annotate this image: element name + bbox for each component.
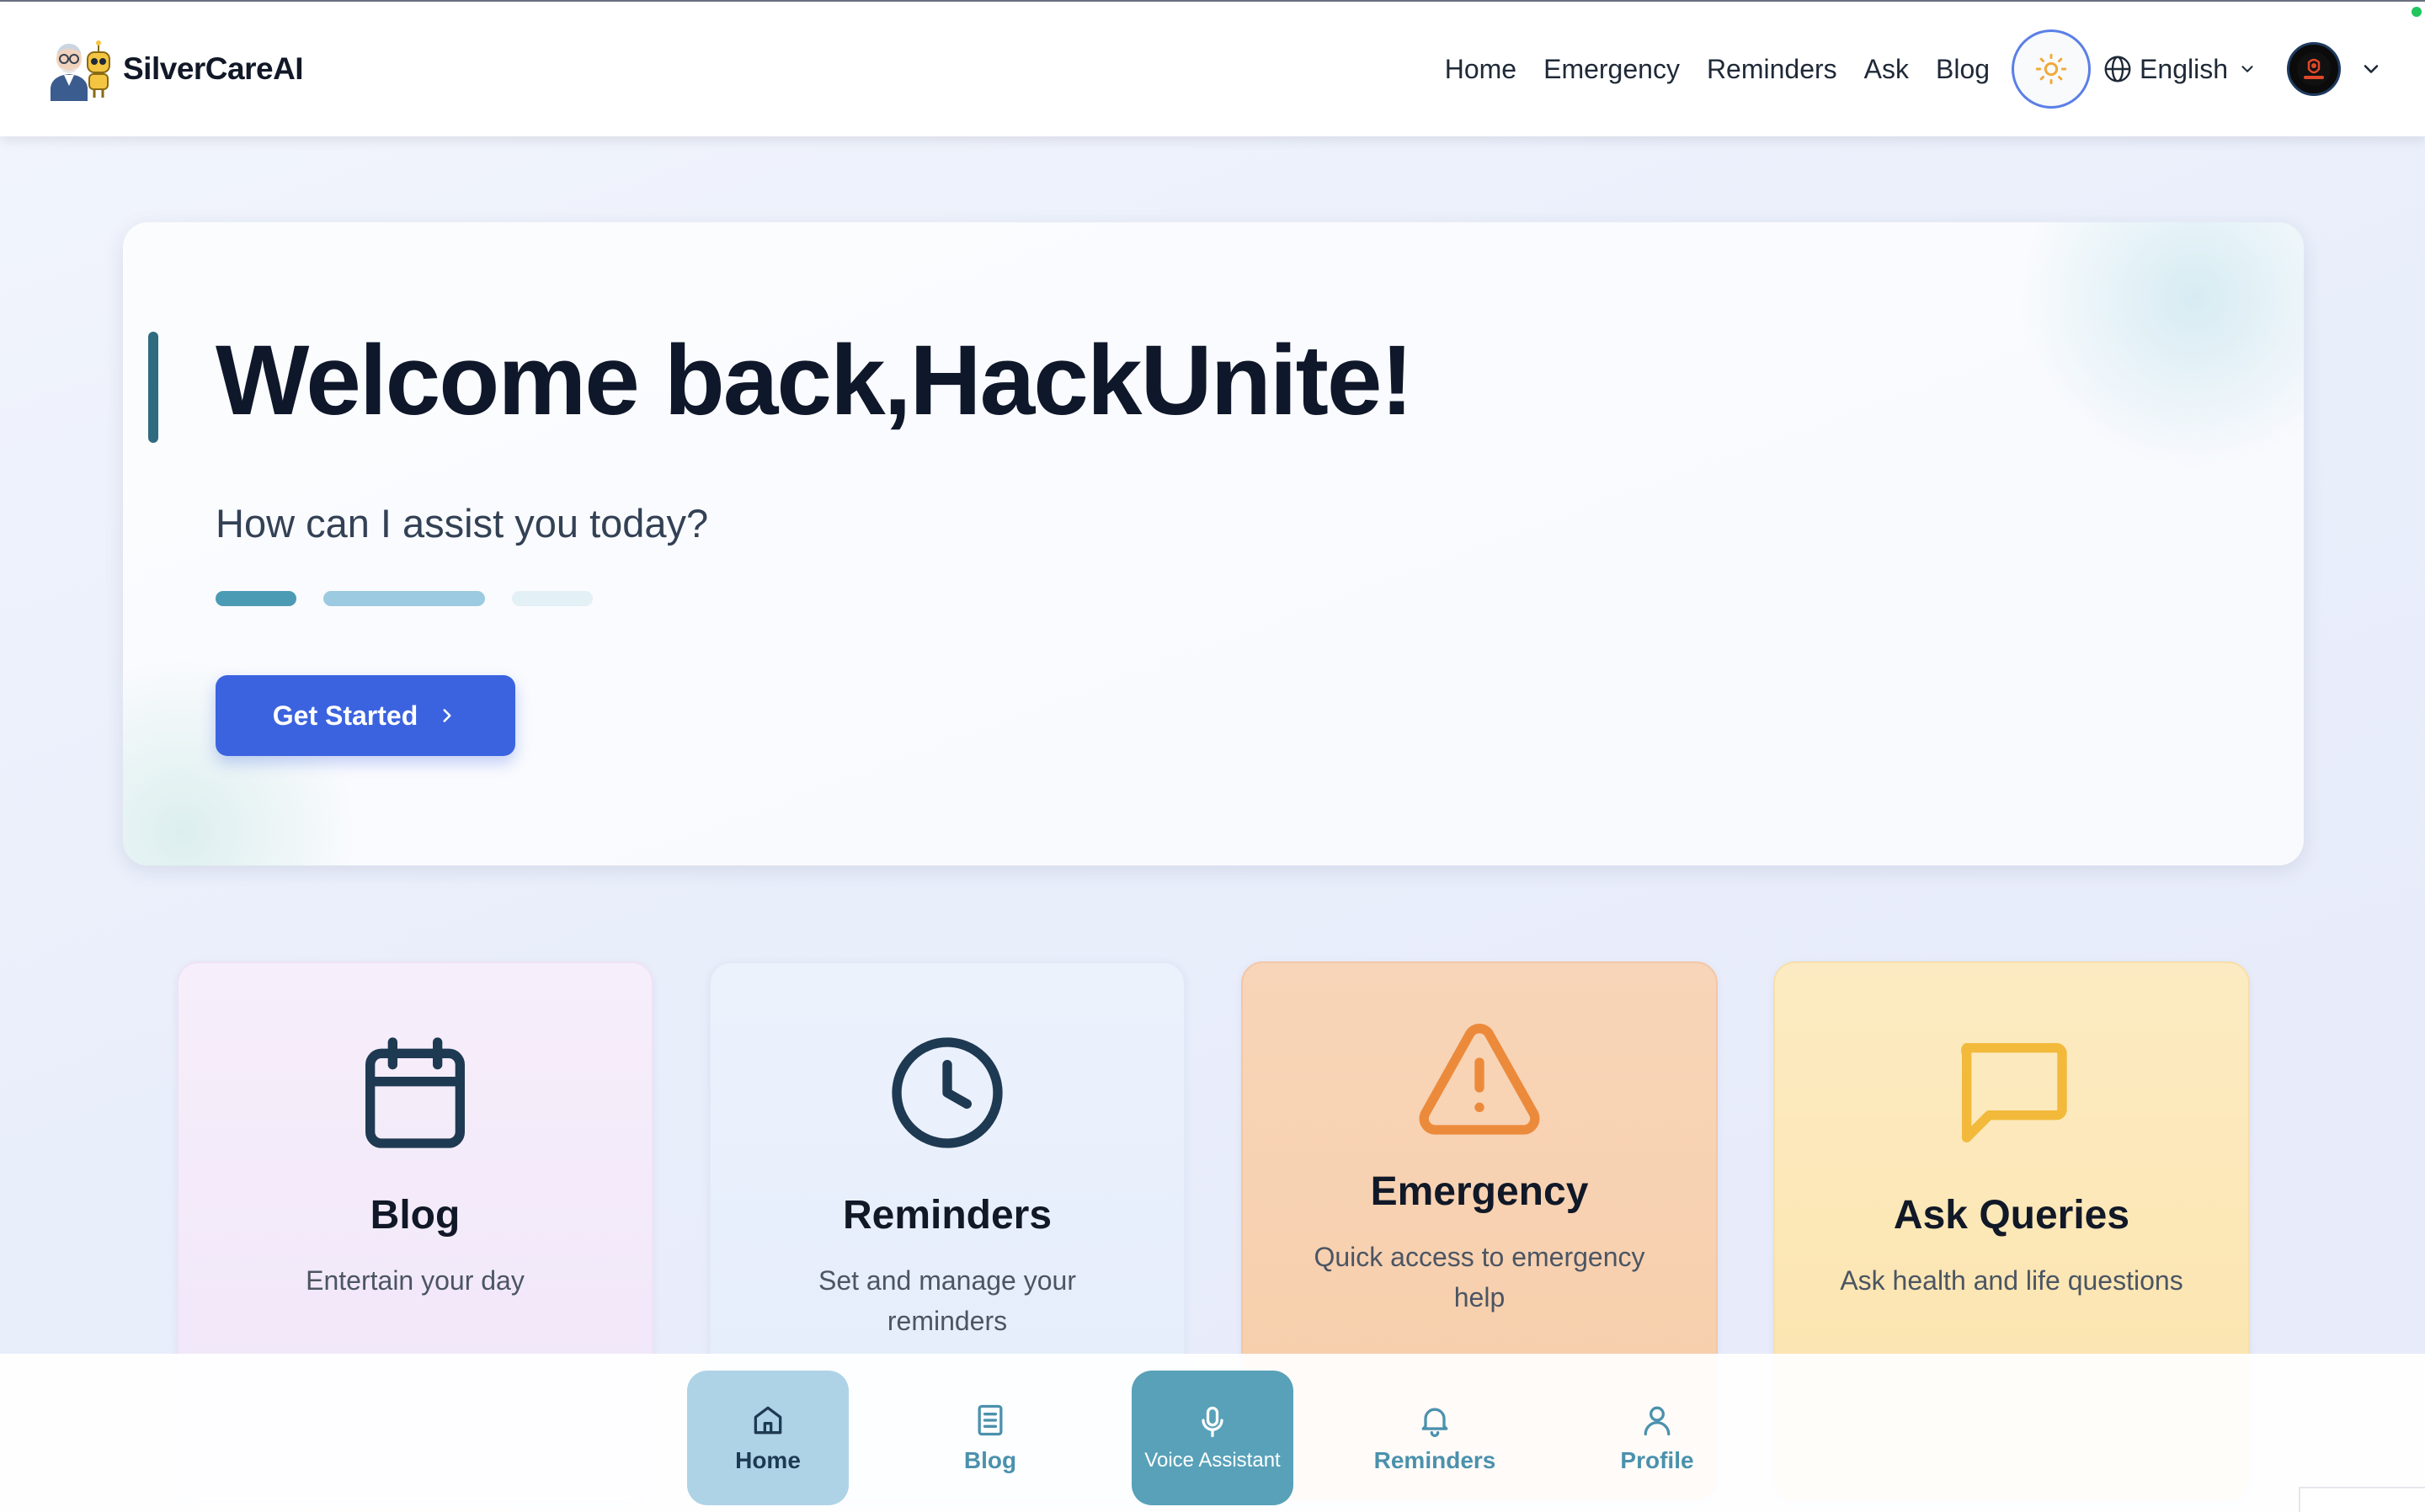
nav-home[interactable]: Home bbox=[1445, 54, 1516, 85]
book-icon bbox=[978, 1404, 1003, 1436]
get-started-label: Get Started bbox=[272, 700, 418, 731]
welcome-hero: Welcome back,HackUnite! How can I assist… bbox=[123, 222, 2304, 865]
bottom-tab-label: Blog bbox=[963, 1447, 1017, 1473]
top-nav: Home Emergency Reminders Ask Blog Englis… bbox=[1445, 2, 2425, 136]
hero-title: Welcome back,HackUnite! bbox=[216, 325, 1414, 436]
progress-dot bbox=[512, 591, 593, 606]
top-header: SilverCareAI Home Emergency Reminders As… bbox=[0, 2, 2425, 136]
card-description: Quick access to emergency help bbox=[1314, 1242, 1645, 1312]
nav-blog[interactable]: Blog bbox=[1936, 54, 1990, 85]
clock-icon bbox=[892, 1037, 1003, 1148]
app-root: SilverCareAI Home Emergency Reminders As… bbox=[0, 0, 2425, 1512]
chat-bubble-icon bbox=[1961, 1043, 2067, 1142]
bottom-tab-label: Home bbox=[735, 1447, 801, 1473]
card-title: Emergency bbox=[1370, 1169, 1589, 1214]
calendar-icon bbox=[365, 1037, 465, 1148]
bottom-tab-reminders[interactable]: Reminders bbox=[1354, 1371, 1516, 1505]
bottom-tab-profile[interactable]: Profile bbox=[1576, 1371, 1738, 1505]
card-description: Ask health and life questions bbox=[1840, 1265, 2183, 1296]
profile-menu-chevron-icon[interactable] bbox=[2359, 57, 2383, 81]
nav-emergency[interactable]: Emergency bbox=[1543, 54, 1680, 85]
card-title: Ask Queries bbox=[1893, 1193, 2130, 1238]
get-started-button[interactable]: Get Started bbox=[216, 675, 515, 756]
bottom-tab-label: Reminders bbox=[1373, 1447, 1496, 1473]
progress-dot bbox=[216, 591, 296, 606]
theme-toggle-button[interactable] bbox=[2012, 29, 2092, 109]
hero-progress-dots bbox=[216, 591, 620, 606]
bottom-tab-blog[interactable]: Blog bbox=[909, 1371, 1071, 1505]
card-description: Set and manage your reminders bbox=[818, 1265, 1076, 1336]
microphone-icon bbox=[1202, 1406, 1223, 1438]
logo-elder-robot-icon bbox=[51, 40, 110, 101]
user-avatar[interactable] bbox=[2287, 42, 2341, 96]
nav-reminders[interactable]: Reminders bbox=[1707, 54, 1837, 85]
hackunite-logo-icon bbox=[2297, 52, 2331, 86]
brand-name: SilverCareAI bbox=[123, 51, 304, 86]
corner-widget bbox=[2299, 1487, 2425, 1512]
user-icon bbox=[1644, 1406, 1671, 1436]
bottom-tab-home[interactable]: Home bbox=[687, 1371, 849, 1505]
bell-icon bbox=[1421, 1408, 1448, 1437]
globe-icon bbox=[2104, 56, 2131, 83]
hero-subtitle: How can I assist you today? bbox=[216, 501, 709, 546]
bottom-tab-label: Profile bbox=[1620, 1447, 1694, 1473]
brand-logo[interactable]: SilverCareAI bbox=[47, 37, 304, 101]
hero-glow-decoration bbox=[2017, 222, 2304, 475]
chevron-right-icon bbox=[443, 709, 451, 722]
nav-ask[interactable]: Ask bbox=[1864, 54, 1909, 85]
home-icon bbox=[754, 1406, 782, 1435]
language-selector[interactable]: English bbox=[2103, 54, 2257, 85]
card-description: Entertain your day bbox=[306, 1265, 525, 1296]
progress-dot bbox=[323, 591, 485, 606]
chevron-down-icon bbox=[2241, 66, 2253, 72]
status-indicator bbox=[2412, 7, 2422, 17]
sun-icon bbox=[2035, 53, 2067, 85]
card-title: Reminders bbox=[842, 1193, 1053, 1238]
hero-accent-bar bbox=[148, 332, 158, 443]
warning-triangle-icon bbox=[1419, 1024, 1540, 1135]
card-title: Blog bbox=[370, 1193, 461, 1238]
bottom-tab-label: Voice Assistant bbox=[1144, 1449, 1281, 1472]
bottom-nav-bar: Home Blog Voice Assistant Reminders Prof… bbox=[0, 1354, 2425, 1512]
language-label: English bbox=[2140, 53, 2228, 84]
bottom-tab-voice-assistant[interactable]: Voice Assistant bbox=[1132, 1371, 1293, 1505]
